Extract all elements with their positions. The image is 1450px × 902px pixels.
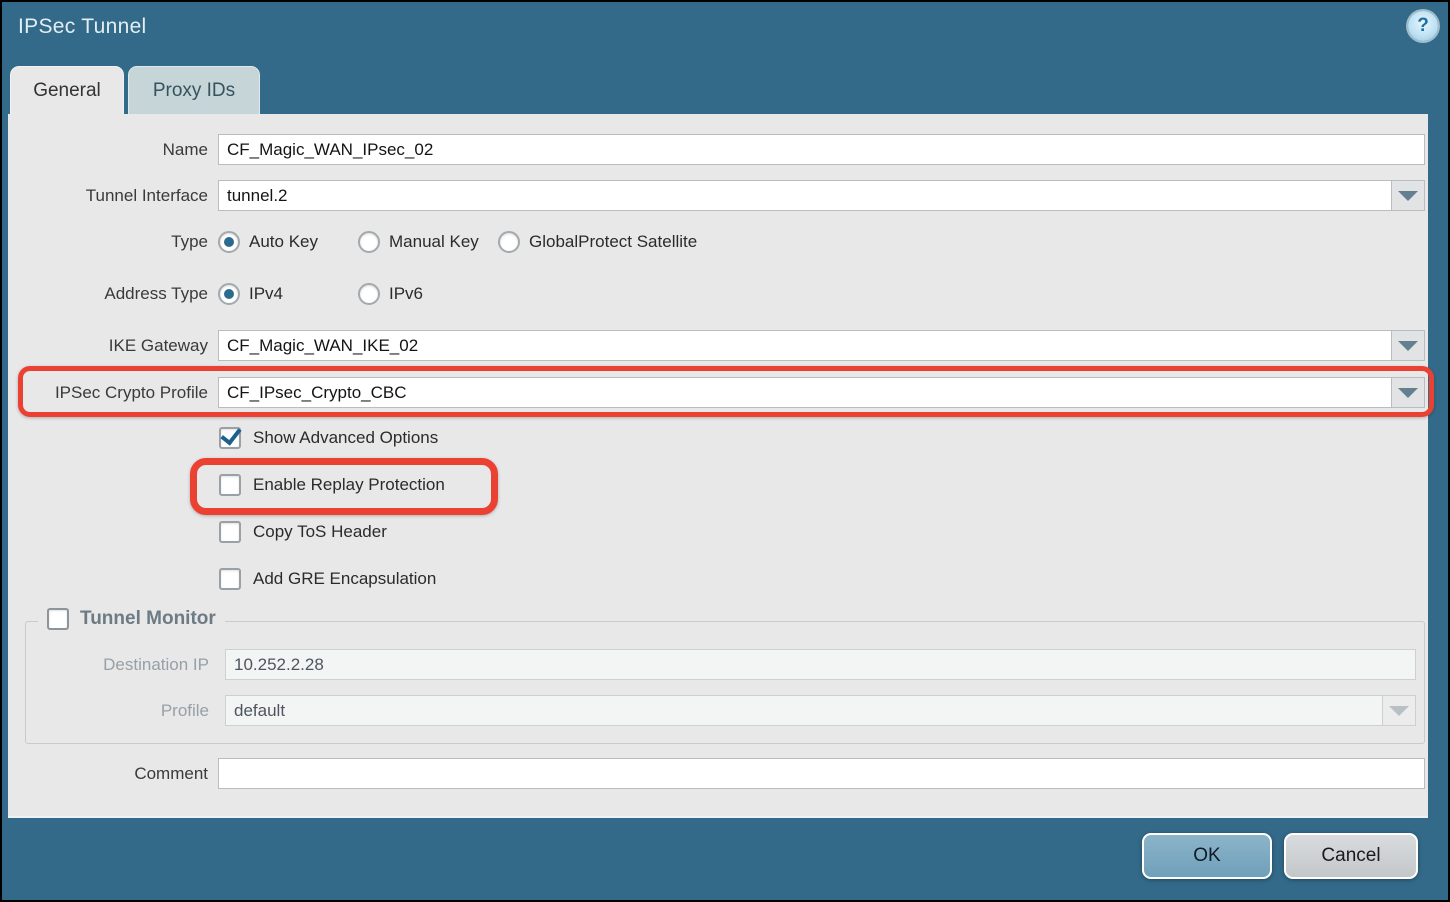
comment-input[interactable] bbox=[218, 758, 1425, 789]
radio-button-icon[interactable] bbox=[358, 283, 380, 305]
help-icon[interactable]: ? bbox=[1408, 11, 1438, 41]
tab-proxy-ids[interactable]: Proxy IDs bbox=[128, 66, 260, 114]
tunnel-interface-input[interactable] bbox=[218, 180, 1391, 211]
ipsec-crypto-profile-label: IPSec Crypto Profile bbox=[8, 383, 218, 403]
destination-ip-label: Destination IP bbox=[36, 655, 225, 675]
checkbox-icon[interactable] bbox=[219, 427, 241, 449]
cancel-button[interactable]: Cancel bbox=[1284, 833, 1418, 879]
ipsec-crypto-profile-combo bbox=[218, 377, 1425, 408]
name-label: Name bbox=[8, 140, 218, 160]
ipsec-crypto-profile-row: IPSec Crypto Profile bbox=[8, 377, 1425, 408]
checkbox-add-gre-encapsulation[interactable]: Add GRE Encapsulation bbox=[219, 568, 436, 590]
tunnel-interface-label: Tunnel Interface bbox=[8, 186, 218, 206]
chevron-down-icon bbox=[1389, 706, 1409, 716]
radio-auto-key[interactable]: Auto Key bbox=[218, 231, 358, 253]
ok-button[interactable]: OK bbox=[1142, 833, 1272, 879]
profile-input bbox=[225, 695, 1382, 726]
ipsec-crypto-profile-dropdown-button[interactable] bbox=[1391, 377, 1425, 408]
profile-dropdown-button bbox=[1382, 695, 1416, 726]
address-type-radio-group: IPv4 IPv6 bbox=[218, 283, 498, 305]
checkbox-add-gre-encapsulation-label: Add GRE Encapsulation bbox=[253, 569, 436, 589]
profile-row: Profile bbox=[36, 695, 1416, 726]
checkbox-icon[interactable] bbox=[219, 521, 241, 543]
radio-manual-key-label: Manual Key bbox=[389, 232, 479, 252]
radio-globalprotect-satellite-label: GlobalProtect Satellite bbox=[529, 232, 697, 252]
ike-gateway-label: IKE Gateway bbox=[8, 336, 218, 356]
dialog-title: IPSec Tunnel bbox=[18, 15, 147, 39]
tunnel-monitor-checkbox[interactable]: Tunnel Monitor bbox=[38, 608, 225, 630]
checkbox-copy-tos-header-label: Copy ToS Header bbox=[253, 522, 387, 542]
tunnel-interface-combo bbox=[218, 180, 1425, 211]
comment-row: Comment bbox=[8, 758, 1425, 789]
ike-gateway-dropdown-button[interactable] bbox=[1391, 330, 1425, 361]
chevron-down-icon bbox=[1398, 191, 1418, 201]
radio-ipv4-label: IPv4 bbox=[249, 284, 283, 304]
radio-globalprotect-satellite[interactable]: GlobalProtect Satellite bbox=[498, 231, 697, 253]
checkbox-icon[interactable] bbox=[219, 474, 241, 496]
tunnel-interface-dropdown-button[interactable] bbox=[1391, 180, 1425, 211]
checkbox-icon[interactable] bbox=[47, 608, 69, 630]
checkbox-enable-replay-protection-label: Enable Replay Protection bbox=[253, 475, 445, 495]
radio-manual-key[interactable]: Manual Key bbox=[358, 231, 498, 253]
destination-ip-row: Destination IP bbox=[36, 649, 1416, 680]
radio-auto-key-label: Auto Key bbox=[249, 232, 318, 252]
checkbox-show-advanced-options[interactable]: Show Advanced Options bbox=[219, 427, 438, 449]
ike-gateway-row: IKE Gateway bbox=[8, 330, 1425, 361]
radio-button-icon[interactable] bbox=[498, 231, 520, 253]
checkbox-copy-tos-header[interactable]: Copy ToS Header bbox=[219, 521, 387, 543]
type-row: Type Auto Key Manual Key GlobalProtect S… bbox=[8, 230, 1425, 254]
radio-ipv6[interactable]: IPv6 bbox=[358, 283, 498, 305]
ok-button-label: OK bbox=[1193, 845, 1220, 867]
tunnel-monitor-fieldset: Tunnel Monitor Destination IP Profile bbox=[25, 621, 1425, 744]
radio-ipv4[interactable]: IPv4 bbox=[218, 283, 358, 305]
ipsec-crypto-profile-input[interactable] bbox=[218, 377, 1391, 408]
checkbox-icon[interactable] bbox=[219, 568, 241, 590]
comment-label: Comment bbox=[8, 764, 218, 784]
ike-gateway-input[interactable] bbox=[218, 330, 1391, 361]
profile-combo bbox=[225, 695, 1416, 726]
tunnel-monitor-label: Tunnel Monitor bbox=[80, 608, 216, 630]
profile-label: Profile bbox=[36, 701, 225, 721]
type-label: Type bbox=[8, 232, 218, 252]
cancel-button-label: Cancel bbox=[1321, 845, 1380, 867]
address-type-label: Address Type bbox=[8, 284, 218, 304]
checkbox-show-advanced-options-label: Show Advanced Options bbox=[253, 428, 438, 448]
radio-button-icon[interactable] bbox=[358, 231, 380, 253]
type-radio-group: Auto Key Manual Key GlobalProtect Satell… bbox=[218, 231, 697, 253]
tab-general[interactable]: General bbox=[10, 66, 124, 114]
general-tab-panel: Name Tunnel Interface Type Auto Key bbox=[8, 114, 1428, 818]
radio-button-icon[interactable] bbox=[218, 231, 240, 253]
checkbox-enable-replay-protection[interactable]: Enable Replay Protection bbox=[219, 474, 445, 496]
tab-proxy-ids-label: Proxy IDs bbox=[153, 80, 235, 102]
ike-gateway-combo bbox=[218, 330, 1425, 361]
chevron-down-icon bbox=[1398, 341, 1418, 351]
radio-button-icon[interactable] bbox=[218, 283, 240, 305]
destination-ip-input bbox=[225, 649, 1416, 680]
name-row: Name bbox=[8, 134, 1425, 165]
name-input[interactable] bbox=[218, 134, 1425, 165]
chevron-down-icon bbox=[1398, 388, 1418, 398]
tab-general-label: General bbox=[33, 80, 101, 102]
ipsec-tunnel-dialog: IPSec Tunnel ? General Proxy IDs Name Tu… bbox=[2, 2, 1448, 900]
tunnel-interface-row: Tunnel Interface bbox=[8, 180, 1425, 211]
address-type-row: Address Type IPv4 IPv6 bbox=[8, 282, 1425, 306]
radio-ipv6-label: IPv6 bbox=[389, 284, 423, 304]
